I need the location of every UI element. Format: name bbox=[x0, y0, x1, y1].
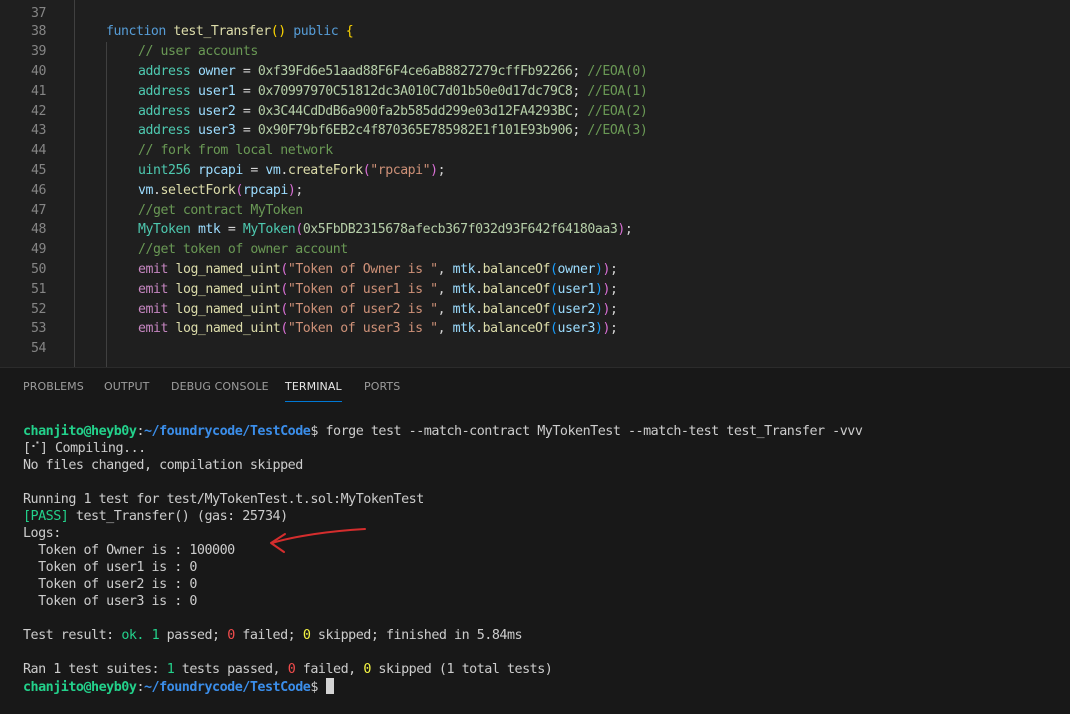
summary-failed-label: failed, bbox=[295, 662, 364, 677]
line-number: 53 bbox=[31, 321, 46, 336]
code-line[interactable]: 54 bbox=[0, 339, 1070, 359]
line-number: 42 bbox=[31, 104, 46, 119]
line-number: 49 bbox=[31, 242, 46, 257]
result-skipped-label: skipped; finished in 5.84ms bbox=[310, 628, 523, 643]
code-line[interactable]: 50 emit log_named_uint("Token of Owner is… bbox=[0, 260, 1070, 280]
code-text: // user accounts bbox=[138, 44, 258, 59]
result-ok: ok. bbox=[121, 628, 144, 643]
tab-ports[interactable]: PORTS bbox=[364, 380, 400, 393]
terminal-line-test-result: Test result: ok. 1 passed; 0 failed; 0 s… bbox=[23, 627, 523, 644]
code-line[interactable]: 48 MyToken mtk = MyToken(0x5FbDB2315678af… bbox=[0, 220, 1070, 240]
tab-terminal[interactable]: TERMINAL bbox=[285, 380, 342, 402]
result-prefix: Test result: bbox=[23, 628, 122, 643]
code-text: address user1 = 0x70997970C51812dc3A010C… bbox=[138, 84, 648, 99]
pass-detail: test_Transfer() (gas: 25734) bbox=[68, 509, 288, 524]
line-number: 44 bbox=[31, 143, 46, 158]
code-line[interactable]: 41 address user1 = 0x70997970C51812dc3A01… bbox=[0, 82, 1070, 102]
terminal-line-summary: Ran 1 test suites: 1 tests passed, 0 fai… bbox=[23, 661, 553, 678]
line-number: 47 bbox=[31, 203, 46, 218]
summary-skipped-count: 0 bbox=[363, 662, 371, 677]
log-line-user3: Token of user3 is : 0 bbox=[23, 594, 197, 609]
code-text: // fork from local network bbox=[138, 143, 333, 158]
line-number: 50 bbox=[31, 262, 46, 277]
tab-debug-console[interactable]: DEBUG CONSOLE bbox=[171, 380, 269, 393]
code-text: address user3 = 0x90F79bf6EB2c4f870365E7… bbox=[138, 123, 648, 138]
prompt-separator: : bbox=[136, 680, 144, 695]
code-line[interactable]: 38 function test_Transfer() public { bbox=[0, 22, 1070, 42]
prompt-user: chanjito@heyb0y bbox=[23, 680, 137, 695]
log-line-user1: Token of user1 is : 0 bbox=[23, 560, 197, 575]
log-line-owner: Token of Owner is : 100000 bbox=[23, 543, 235, 558]
prompt-separator: : bbox=[136, 424, 144, 439]
prompt-path: ~/foundrycode/TestCode bbox=[144, 680, 311, 695]
prompt-user: chanjito@heyb0y bbox=[23, 424, 137, 439]
terminal-line-pass: [PASS] test_Transfer() (gas: 25734) bbox=[23, 508, 288, 525]
result-failed-label: failed; bbox=[234, 628, 303, 643]
code-text: emit log_named_uint("Token of user2 is "… bbox=[138, 302, 618, 317]
line-number: 37 bbox=[31, 6, 46, 21]
line-number: 46 bbox=[31, 183, 46, 198]
result-passed-count: 1 bbox=[151, 628, 160, 643]
code-line[interactable]: 43 address user3 = 0x90F79bf6EB2c4f870365… bbox=[0, 121, 1070, 141]
tab-problems[interactable]: PROBLEMS bbox=[23, 380, 84, 393]
log-line-user2: Token of user2 is : 0 bbox=[23, 577, 197, 592]
line-number: 38 bbox=[31, 24, 46, 39]
line-number: 43 bbox=[31, 123, 46, 138]
code-text: emit log_named_uint("Token of user3 is "… bbox=[138, 321, 618, 336]
tab-output[interactable]: OUTPUT bbox=[104, 380, 149, 393]
line-number: 45 bbox=[31, 163, 46, 178]
line-number: 39 bbox=[31, 44, 46, 59]
indent-guide bbox=[74, 0, 75, 367]
code-text: address owner = 0xf39Fd6e51aad88F6F4ce6a… bbox=[138, 64, 648, 79]
code-line[interactable]: 44 // fork from local network bbox=[0, 141, 1070, 161]
code-text: function test_Transfer() public { bbox=[106, 24, 354, 39]
line-number: 54 bbox=[31, 341, 46, 356]
terminal-command: forge test --match-contract MyTokenTest … bbox=[317, 424, 863, 439]
code-line[interactable]: 46 vm.selectFork(rpcapi); bbox=[0, 181, 1070, 201]
code-line[interactable]: 40 address owner = 0xf39Fd6e51aad88F6F4ce… bbox=[0, 62, 1070, 82]
terminal-line-running: Running 1 test for test/MyTokenTest.t.so… bbox=[23, 492, 424, 507]
code-text: MyToken mtk = MyToken(0x5FbDB2315678afec… bbox=[138, 222, 633, 237]
terminal-prompt-line[interactable]: chanjito@heyb0y:~/foundrycode/TestCode$ bbox=[23, 678, 334, 696]
code-text: //get contract MyToken bbox=[138, 203, 303, 218]
code-line[interactable]: 42 address user2 = 0x3C44CdDdB6a900fa2b58… bbox=[0, 102, 1070, 122]
panel-tabs: PROBLEMS OUTPUT DEBUG CONSOLE TERMINAL P… bbox=[0, 368, 1070, 404]
code-line[interactable]: 39 // user accounts bbox=[0, 42, 1070, 62]
code-line[interactable]: 52 emit log_named_uint("Token of user2 is… bbox=[0, 300, 1070, 320]
code-line[interactable]: 51 emit log_named_uint("Token of user1 is… bbox=[0, 280, 1070, 300]
terminal-command-line: chanjito@heyb0y:~/foundrycode/TestCode$ … bbox=[23, 423, 863, 440]
line-number: 51 bbox=[31, 282, 46, 297]
line-number: 40 bbox=[31, 64, 46, 79]
code-line[interactable]: 53 emit log_named_uint("Token of user3 is… bbox=[0, 319, 1070, 339]
terminal-line-no-changes: No files changed, compilation skipped bbox=[23, 458, 303, 473]
code-text: emit log_named_uint("Token of user1 is "… bbox=[138, 282, 618, 297]
code-line[interactable]: 47 //get contract MyToken bbox=[0, 201, 1070, 221]
code-editor[interactable]: 37 38 function test_Transfer() public { 39 /… bbox=[0, 0, 1070, 367]
code-text: address user2 = 0x3C44CdDdB6a900fa2b585d… bbox=[138, 104, 648, 119]
summary-passed-label: tests passed, bbox=[174, 662, 288, 677]
indent-guide bbox=[106, 42, 107, 367]
prompt-dollar: $ bbox=[310, 680, 318, 695]
line-number: 48 bbox=[31, 222, 46, 237]
line-number: 52 bbox=[31, 302, 46, 317]
prompt-dollar: $ bbox=[310, 424, 318, 439]
code-text: vm.selectFork(rpcapi); bbox=[138, 183, 303, 198]
result-passed-label: passed; bbox=[159, 628, 228, 643]
result-failed-count: 0 bbox=[227, 628, 235, 643]
pass-badge: [PASS] bbox=[23, 509, 69, 524]
code-line[interactable]: 45 uint256 rpcapi = vm.createFork("rpcapi… bbox=[0, 161, 1070, 181]
bottom-panel: PROBLEMS OUTPUT DEBUG CONSOLE TERMINAL P… bbox=[0, 367, 1070, 714]
terminal-line-logs-header: Logs: bbox=[23, 526, 61, 541]
summary-prefix: Ran 1 test suites: bbox=[23, 662, 167, 677]
line-number: 41 bbox=[31, 84, 46, 99]
prompt-path: ~/foundrycode/TestCode bbox=[144, 424, 311, 439]
code-text: emit log_named_uint("Token of Owner is "… bbox=[138, 262, 618, 277]
code-text: uint256 rpcapi = vm.createFork("rpcapi")… bbox=[138, 163, 446, 178]
terminal-cursor bbox=[325, 678, 334, 694]
summary-skipped-label: skipped (1 total tests) bbox=[370, 662, 553, 677]
code-text: //get token of owner account bbox=[138, 242, 348, 257]
code-line[interactable]: 37 bbox=[0, 4, 1070, 24]
code-line[interactable]: 49 //get token of owner account bbox=[0, 240, 1070, 260]
terminal-line-compiling: [⠊] Compiling... bbox=[23, 441, 146, 456]
